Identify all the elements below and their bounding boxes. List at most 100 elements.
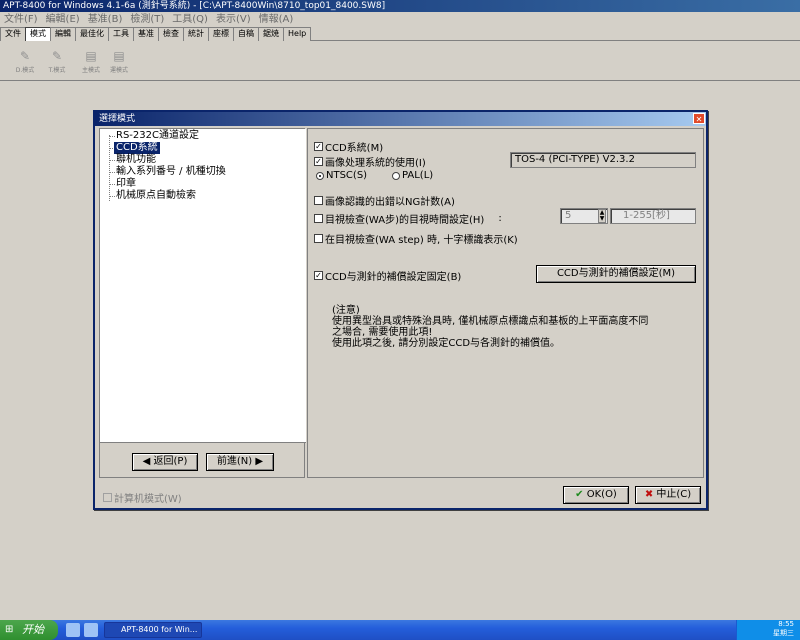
- cancel-label: 中止(C): [656, 489, 692, 500]
- start-button[interactable]: ⊞ 开始: [0, 620, 58, 640]
- ccd-fixed-label: CCD与測針的補償設定固定(B): [325, 272, 462, 283]
- checkbox-box: [314, 196, 323, 205]
- dialog-title: 選擇模式: [99, 114, 136, 124]
- document-icon: ▤: [85, 49, 97, 63]
- crosshair-label: 在目視檢查(WA step) 時, 十字標識表示(K): [325, 235, 518, 246]
- tab-saw[interactable]: 鋸焼: [258, 27, 284, 41]
- checkbox-box: [314, 234, 323, 243]
- dialog-title-bar: 選擇模式 ✕: [95, 112, 706, 126]
- menu-tools[interactable]: 工具(Q): [168, 12, 212, 27]
- d-mode-label: D.模式: [15, 67, 35, 74]
- pen-icon: ✎: [51, 49, 63, 63]
- next-button[interactable]: 前進(N) ▶: [206, 453, 274, 471]
- ribbon-tabs: 文件 模式 編輯 最佳化 工具 基准 檢查 統計 座標 自稿 鋸焼 Help: [0, 27, 800, 41]
- menu-base[interactable]: 基准(B): [84, 12, 127, 27]
- tree-branch: [109, 160, 115, 161]
- clock-day: 星期三: [773, 629, 794, 637]
- run-mode-button[interactable]: ▤ 運模式: [102, 47, 136, 79]
- tab-stats[interactable]: 統計: [183, 27, 209, 41]
- tree-item-origin[interactable]: 机械原点自動檢索: [116, 190, 196, 202]
- checkbox-box: [314, 214, 323, 223]
- calc-mode-checkbox[interactable]: 計算机模式(W): [103, 490, 182, 505]
- explorer-icon[interactable]: [84, 623, 98, 637]
- mode-tree: RS-232C通道設定 CCD系統 聯机功能 輸入系列番号 / 机種切換 印章 …: [100, 129, 306, 443]
- ccd-fixed-checkbox[interactable]: ✓ CCD与測針的補償設定固定(B): [314, 268, 461, 283]
- tree-item-stamp[interactable]: 印章: [116, 178, 136, 190]
- checkmark-icon: ✓: [314, 157, 323, 166]
- ok-label: OK(O): [586, 489, 617, 500]
- select-mode-dialog: 選擇模式 ✕ RS-232C通道設定 CCD系統 聯机功能 輸入系列番号 / 机…: [93, 110, 708, 510]
- tab-coords[interactable]: 座標: [208, 27, 234, 41]
- tree-item-ccd[interactable]: CCD系統: [114, 142, 160, 154]
- pal-radio[interactable]: PAL(L): [392, 170, 433, 181]
- radio-dot: [316, 171, 324, 180]
- colon-label: :: [498, 213, 502, 224]
- tab-mode[interactable]: 模式: [25, 27, 51, 41]
- tree-line: [109, 135, 110, 201]
- image-processing-label: 画像处理系統的使用(I): [325, 158, 426, 169]
- windows-flag-icon: ⊞: [5, 624, 14, 635]
- ntsc-radio[interactable]: NTSC(S): [316, 170, 367, 181]
- main-mode-label: 主模式: [81, 67, 100, 74]
- menu-bar: 文件(F) 編輯(E) 基准(B) 檢測(T) 工具(Q) 表示(V) 情報(A…: [0, 12, 800, 27]
- tab-help[interactable]: Help: [283, 27, 312, 41]
- visual-time-checkbox[interactable]: 目視檢查(WA步)的目視時間設定(H) :: [314, 211, 502, 226]
- ntsc-label: NTSC(S): [326, 170, 368, 181]
- menu-info[interactable]: 情報(A): [255, 12, 298, 27]
- t-mode-button[interactable]: ✎ T.模式: [40, 47, 74, 79]
- menu-test[interactable]: 檢測(T): [126, 12, 168, 27]
- check-icon: ✔: [575, 489, 584, 500]
- run-mode-label: 運模式: [109, 67, 128, 74]
- visual-time-label: 目視檢查(WA步)的目視時間設定(H): [325, 215, 485, 226]
- ok-button[interactable]: ✔ OK(O): [563, 486, 629, 504]
- back-arrow-icon: ◀: [142, 456, 151, 467]
- tree-branch: [109, 136, 115, 137]
- tab-inspect[interactable]: 檢查: [158, 27, 184, 41]
- calc-mode-label: 計算机模式(W): [114, 494, 182, 505]
- tree-item-link[interactable]: 聯机功能: [116, 154, 156, 166]
- image-processing-checkbox[interactable]: ✓ 画像处理系統的使用(I): [314, 154, 426, 169]
- ccd-system-checkbox[interactable]: ✓ CCD系統(M): [314, 139, 383, 154]
- checkmark-icon: ✓: [314, 142, 323, 151]
- taskbar: ⊞ 开始 APT-8400 for Win... 8:55 星期三: [0, 620, 800, 640]
- tree-branch: [109, 172, 115, 173]
- back-button[interactable]: ◀ 返回(P): [132, 453, 198, 471]
- settings-pane: ✓ CCD系統(M) ✓ 画像处理系統的使用(I) TOS-4 (PCI-TYP…: [307, 128, 704, 478]
- ccd-system-label: CCD系統(M): [325, 143, 384, 154]
- tree-item-serial[interactable]: 輸入系列番号 / 机種切換: [116, 166, 226, 178]
- next-label: 前進(N): [216, 456, 253, 467]
- tab-optimize[interactable]: 最佳化: [75, 27, 109, 41]
- menu-file[interactable]: 文件(F): [0, 12, 42, 27]
- cancel-button[interactable]: ✖ 中止(C): [635, 486, 701, 504]
- time-range-field: 1-255[秒]: [610, 208, 696, 224]
- system-tray: 8:55 星期三: [736, 620, 800, 640]
- spin-updown-icon[interactable]: ▲ ▼: [598, 209, 606, 223]
- tab-file[interactable]: 文件: [0, 27, 26, 41]
- menu-edit[interactable]: 編輯(E): [42, 12, 84, 27]
- document-icon: ▤: [113, 49, 125, 63]
- checkbox-box: [103, 493, 112, 502]
- d-mode-button[interactable]: ✎ D.模式: [8, 47, 42, 79]
- window-title: APT-8400 for Windows 4.1-6a (測針号系統) - [C…: [3, 1, 386, 11]
- tab-tools[interactable]: 工具: [108, 27, 134, 41]
- tab-auto[interactable]: 自稿: [233, 27, 259, 41]
- taskbar-item-apt8400[interactable]: APT-8400 for Win...: [104, 622, 202, 638]
- ccd-compensation-button[interactable]: CCD与測針的補償設定(M): [536, 265, 696, 283]
- x-icon: ✖: [644, 489, 654, 500]
- tab-edit[interactable]: 編輯: [50, 27, 76, 41]
- crosshair-checkbox[interactable]: 在目視檢查(WA step) 時, 十字標識表示(K): [314, 231, 518, 246]
- radio-dot: [392, 171, 400, 180]
- menu-view[interactable]: 表示(V): [212, 12, 255, 27]
- tree-item-rs232c[interactable]: RS-232C通道設定: [116, 130, 199, 142]
- pen-icon: ✎: [19, 49, 31, 63]
- version-field: TOS-4 (PCI-TYPE) V2.3.2: [510, 152, 696, 168]
- pal-label: PAL(L): [402, 170, 434, 181]
- close-icon[interactable]: ✕: [693, 113, 705, 124]
- start-label: 开始: [22, 623, 44, 636]
- ng-count-checkbox[interactable]: 画像認識的出錯以NG計数(A): [314, 193, 455, 208]
- ie-icon[interactable]: [66, 623, 80, 637]
- tab-base[interactable]: 基准: [133, 27, 159, 41]
- clock-time: 8:55: [778, 620, 794, 628]
- left-pane: RS-232C通道設定 CCD系統 聯机功能 輸入系列番号 / 机種切換 印章 …: [99, 128, 306, 478]
- toolbar: ✎ D.模式 ✎ T.模式 ▤ 主模式 ▤ 運模式: [0, 41, 800, 81]
